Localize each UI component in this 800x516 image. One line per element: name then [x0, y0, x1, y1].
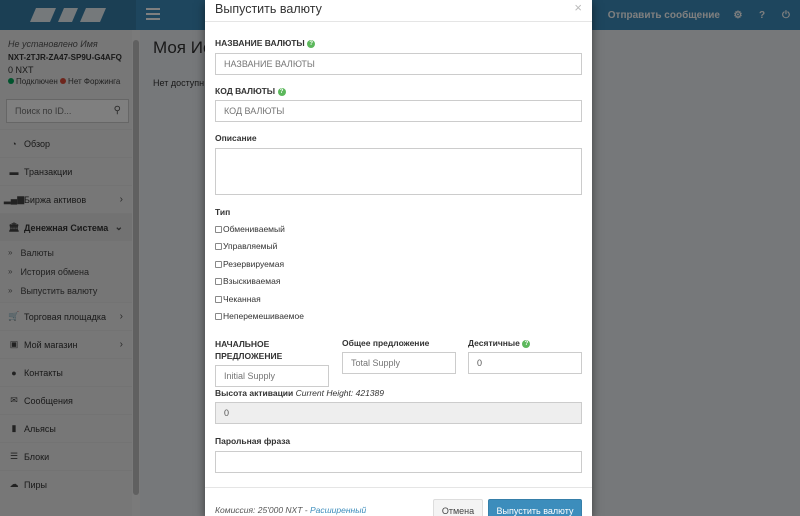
checkbox-label: Обмениваемый: [223, 224, 285, 234]
help-icon[interactable]: ?: [277, 87, 286, 96]
total-supply-input[interactable]: [342, 352, 456, 374]
type-label: Тип: [215, 207, 231, 217]
fee-label: Комиссия:: [215, 505, 256, 515]
checkbox-label: Неперемешиваемое: [223, 311, 304, 321]
currency-name-label: НАЗВАНИЕ ВАЛЮТЫ: [215, 38, 305, 48]
activation-height-label: Высота активации: [215, 388, 294, 398]
checkbox-label: Резервируемая: [223, 259, 285, 269]
modal-footer: Комиссия: 25'000 NXT - Расширенный Отмен…: [205, 487, 592, 516]
currency-code-input[interactable]: [215, 100, 582, 122]
decimals-input[interactable]: [468, 352, 582, 374]
initial-supply-label: НАЧАЛЬНОЕ ПРЕДЛОЖЕНИЕ: [215, 338, 282, 362]
activation-height-input[interactable]: [215, 402, 582, 424]
issue-currency-modal: Выпустить валюту × НАЗВАНИЕ ВАЛЮТЫ ? КОД…: [205, 0, 592, 516]
type-non-shuffleable[interactable]: Неперемешиваемое: [215, 311, 304, 321]
close-icon[interactable]: ×: [574, 0, 582, 15]
checkbox-label: Управляемый: [223, 241, 278, 251]
initial-supply-label-line2: ПРЕДЛОЖЕНИЕ: [215, 351, 283, 361]
checkbox[interactable]: [215, 295, 222, 303]
checkbox[interactable]: [215, 242, 222, 250]
passphrase-input[interactable]: [215, 451, 582, 473]
type-exchangeable[interactable]: Обмениваемый: [215, 224, 285, 234]
cancel-button[interactable]: Отмена: [433, 499, 483, 516]
checkbox[interactable]: [215, 225, 222, 233]
fee-separator: -: [302, 505, 310, 515]
initial-supply-input[interactable]: [215, 365, 329, 387]
help-icon[interactable]: ?: [522, 339, 531, 348]
checkbox-label: Взыскиваемая: [223, 276, 281, 286]
checkbox-label: Чеканная: [223, 294, 261, 304]
currency-name-input[interactable]: [215, 53, 582, 75]
fee-info: Комиссия: 25'000 NXT - Расширенный: [215, 505, 366, 515]
advanced-link[interactable]: Расширенный: [310, 505, 366, 515]
checkbox[interactable]: [215, 277, 222, 285]
type-reservable[interactable]: Резервируемая: [215, 259, 284, 269]
modal-title: Выпустить валюту: [215, 2, 322, 16]
help-icon[interactable]: ?: [307, 39, 316, 48]
current-height: Current Height: 421389: [295, 388, 384, 398]
type-claimable[interactable]: Взыскиваемая: [215, 276, 280, 286]
type-mintable[interactable]: Чеканная: [215, 294, 261, 304]
total-supply-label: Общее предложение: [342, 338, 430, 348]
currency-code-label: КОД ВАЛЮТЫ: [215, 86, 276, 96]
type-controllable[interactable]: Управляемый: [215, 241, 277, 251]
description-label: Описание: [215, 133, 257, 143]
decimals-label: Десятичные: [468, 338, 520, 348]
checkbox[interactable]: [215, 260, 222, 268]
initial-supply-label-line1: НАЧАЛЬНОЕ: [215, 339, 270, 349]
issue-currency-button[interactable]: Выпустить валюту: [488, 499, 582, 516]
passphrase-label: Парольная фраза: [215, 436, 291, 446]
description-field[interactable]: [215, 148, 582, 195]
modal-header: Выпустить валюту ×: [205, 0, 592, 22]
fee-value: 25'000 NXT: [257, 505, 303, 515]
checkbox[interactable]: [215, 312, 222, 320]
